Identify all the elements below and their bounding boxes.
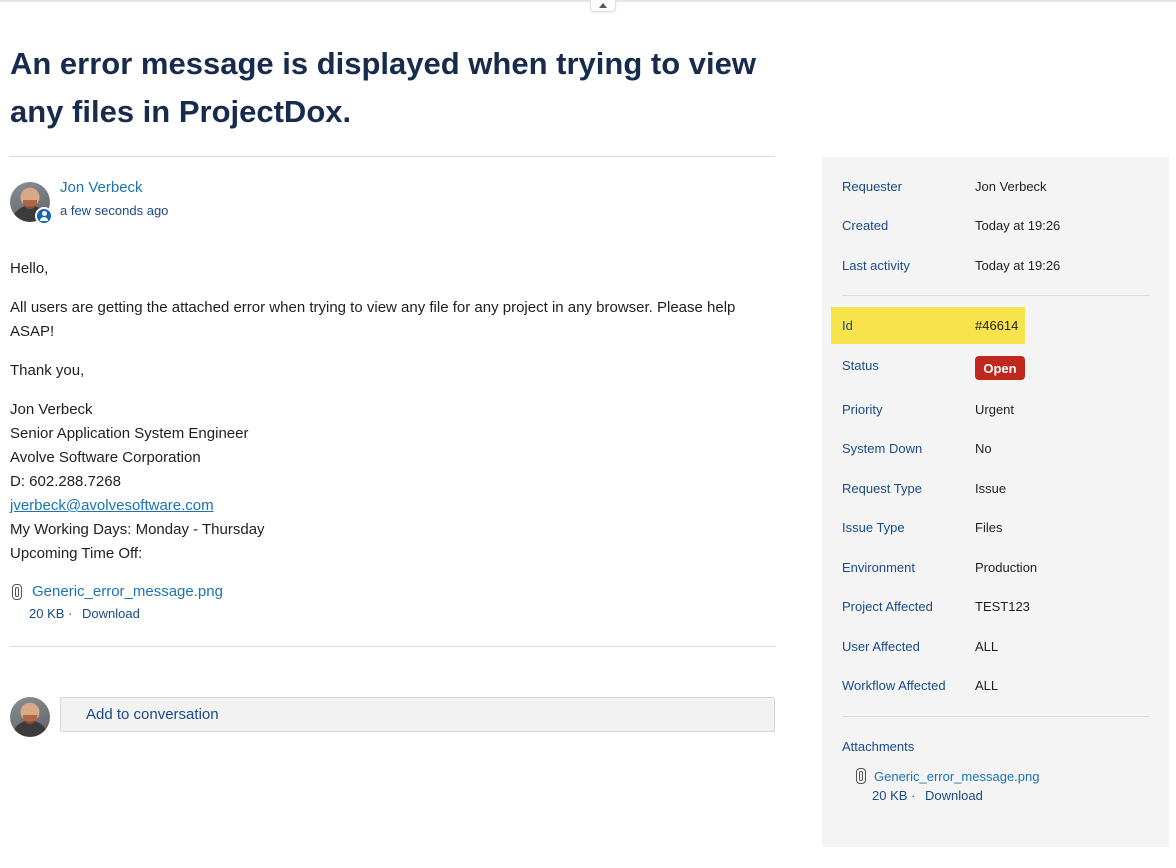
request-details-sidebar: Requester Jon Verbeck Created Today at 1…: [822, 157, 1169, 847]
detail-label: System Down: [842, 441, 923, 456]
detail-value: Urgent: [975, 402, 1015, 417]
author-avatar[interactable]: [10, 182, 53, 225]
title-divider: [10, 156, 775, 157]
signature-phone: D: 602.288.7268: [10, 473, 121, 490]
detail-value: Today at 19:26: [975, 258, 1061, 273]
detail-value: Files: [975, 520, 1003, 535]
paperclip-icon: [12, 583, 22, 600]
detail-label: Project Affected: [842, 599, 933, 614]
attachment-size: 20 KB: [29, 606, 65, 621]
signature-email-link[interactable]: jverbeck@avolvesoftware.com: [10, 497, 214, 514]
detail-value: Production: [975, 560, 1038, 575]
chevron-up-icon: [599, 3, 607, 8]
comment-divider: [10, 646, 775, 647]
detail-system-down: System Down No: [842, 441, 1162, 461]
detail-label: Issue Type: [842, 520, 905, 535]
customer-badge-icon: [35, 207, 53, 225]
detail-issue-type: Issue Type Files: [842, 520, 1162, 540]
status-badge: Open: [975, 356, 1025, 380]
detail-label: Request Type: [842, 481, 922, 496]
detail-label: Priority: [842, 402, 883, 417]
comment-greeting: Hello,: [10, 260, 49, 277]
sidebar-attachment-separator: ·: [911, 788, 916, 803]
signature-company: Avolve Software Corporation: [10, 449, 201, 466]
sidebar-attachment-download-link[interactable]: Download: [925, 788, 983, 803]
detail-priority: Priority Urgent: [842, 402, 1162, 422]
detail-value: Jon Verbeck: [975, 179, 1047, 194]
attachments-heading: Attachments: [842, 739, 915, 754]
reply-placeholder: Add to conversation: [86, 706, 219, 723]
detail-value: Issue: [975, 481, 1007, 496]
detail-label: Id: [842, 318, 853, 333]
signature-name: Jon Verbeck: [10, 401, 93, 418]
detail-label: Workflow Affected: [842, 678, 946, 693]
sidebar-divider: [842, 295, 1149, 296]
attachment-separator: ·: [68, 606, 73, 621]
detail-project-affected: Project Affected TEST123: [842, 599, 1162, 619]
detail-value: No: [975, 441, 992, 456]
collapse-header-button[interactable]: [590, 0, 616, 12]
sidebar-attachment-meta: 20 KB · Download: [872, 788, 983, 803]
signature-time-off: Upcoming Time Off:: [10, 545, 143, 562]
detail-requester: Requester Jon Verbeck: [842, 179, 1162, 199]
avatar-face: [23, 200, 37, 209]
detail-last-activity: Last activity Today at 19:26: [842, 258, 1162, 278]
sidebar-divider: [842, 716, 1149, 717]
detail-value: #46614: [975, 318, 1019, 333]
top-border: [0, 0, 1176, 2]
detail-environment: Environment Production: [842, 560, 1162, 580]
add-to-conversation-input[interactable]: Add to conversation: [60, 697, 775, 732]
detail-request-type: Request Type Issue: [842, 481, 1162, 501]
attachment-download-link[interactable]: Download: [82, 606, 140, 621]
detail-created: Created Today at 19:26: [842, 218, 1162, 238]
avatar-face: [23, 715, 37, 724]
paperclip-icon: [856, 768, 866, 784]
comment-attachment: Generic_error_message.png: [12, 583, 223, 600]
detail-label: Last activity: [842, 258, 910, 273]
detail-workflow-affected: Workflow Affected ALL: [842, 678, 1162, 698]
sidebar-attachment: Generic_error_message.png: [856, 768, 1039, 784]
comment-closing: Thank you,: [10, 362, 85, 379]
detail-value: ALL: [975, 678, 999, 693]
detail-value: ALL: [975, 639, 999, 654]
detail-id: Id #46614: [842, 318, 1162, 338]
detail-user-affected: User Affected ALL: [842, 639, 1162, 659]
detail-label: User Affected: [842, 639, 920, 654]
attachment-meta: 20 KB · Download: [29, 606, 140, 621]
signature-title: Senior Application System Engineer: [10, 425, 249, 442]
detail-label: Status: [842, 358, 879, 373]
current-user-avatar: [10, 697, 50, 737]
attachment-file-link[interactable]: Generic_error_message.png: [32, 583, 223, 600]
detail-value: TEST123: [975, 599, 1030, 614]
page-title: An error message is displayed when tryin…: [10, 46, 756, 129]
sidebar-attachment-file-link[interactable]: Generic_error_message.png: [874, 769, 1039, 784]
detail-label: Environment: [842, 560, 915, 575]
detail-label: Requester: [842, 179, 902, 194]
signature-working-days: My Working Days: Monday - Thursday: [10, 521, 265, 538]
detail-value: Today at 19:26: [975, 218, 1061, 233]
author-name-link[interactable]: Jon Verbeck: [60, 179, 143, 196]
comment-timestamp[interactable]: a few seconds ago: [60, 203, 168, 218]
detail-label: Created: [842, 218, 889, 233]
sidebar-attachment-size: 20 KB: [872, 788, 908, 803]
comment-body: All users are getting the attached error…: [10, 299, 736, 340]
